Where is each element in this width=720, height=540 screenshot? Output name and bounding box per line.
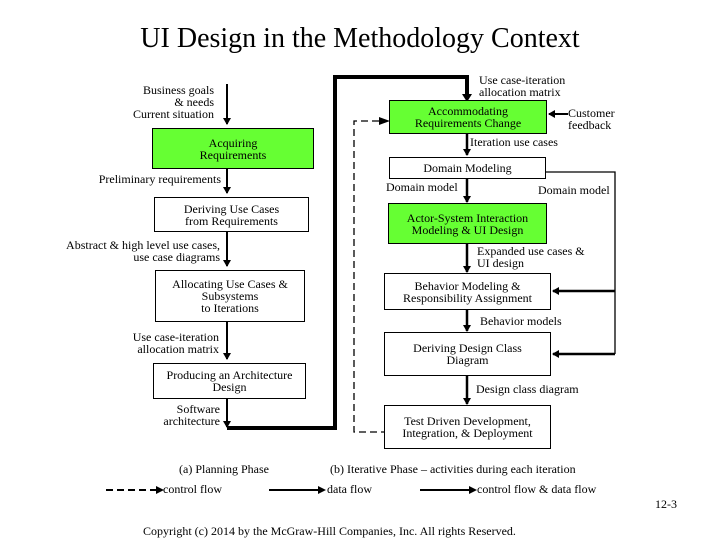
- legend-control-flow-label: control flow: [163, 482, 222, 496]
- customer-feedback-label: Customer feedback: [568, 106, 615, 132]
- connector-lines: [106, 75, 616, 494]
- inputs-label: Business goals & needs Current situation: [133, 83, 214, 121]
- accommodating-requirements-box[interactable]: Accommodating Requirements Change: [389, 100, 547, 134]
- abstract-use-cases-label: Abstract & high level use cases, use cas…: [66, 238, 220, 264]
- test-driven-development-box[interactable]: Test Driven Development, Integration, & …: [384, 405, 551, 449]
- use-case-allocation-matrix-input: Use case-iteration allocation matrix: [479, 73, 566, 99]
- design-class-diagram-label: Design class diagram: [476, 382, 579, 396]
- software-architecture-label: Software architecture: [163, 402, 220, 428]
- acquiring-requirements-box[interactable]: Acquiring Requirements: [152, 128, 314, 169]
- iteration-use-cases-label: Iteration use cases: [470, 135, 558, 149]
- producing-architecture-box[interactable]: Producing an Architecture Design: [153, 363, 306, 399]
- deriving-use-cases-box[interactable]: Deriving Use Cases from Requirements: [154, 197, 309, 232]
- legend-data-flow-arrowhead: [318, 486, 326, 494]
- page-number: 12-3: [655, 497, 677, 511]
- legend-control-data-flow-label: control flow & data flow: [477, 482, 597, 496]
- preliminary-requirements-label: Preliminary requirements: [98, 172, 221, 186]
- legend-data-flow-label: data flow: [327, 482, 372, 496]
- allocating-use-cases-box[interactable]: Allocating Use Cases & Subsystems to Ite…: [155, 270, 305, 322]
- copyright-notice: Copyright (c) 2014 by the McGraw-Hill Co…: [143, 524, 516, 538]
- domain-model-left-label: Domain model: [386, 180, 458, 194]
- behavior-models-label: Behavior models: [480, 314, 562, 328]
- legend-control-data-arrowhead: [469, 486, 477, 494]
- actor-system-interaction-box[interactable]: Actor-System Interaction Modeling & UI D…: [388, 203, 547, 244]
- domain-modeling-box[interactable]: Domain Modeling: [389, 157, 546, 179]
- dashed-control-flow: [353, 120, 388, 433]
- deriving-design-class-diagram-box[interactable]: Deriving Design Class Diagram: [384, 332, 551, 376]
- domain-model-right-label: Domain model: [538, 183, 610, 197]
- iterative-phase-caption: (b) Iterative Phase – activities during …: [330, 462, 576, 476]
- allocation-matrix-label: Use case-iteration allocation matrix: [132, 330, 219, 356]
- expanded-use-cases-label: Expanded use cases & UI design: [477, 244, 585, 270]
- planning-phase-caption: (a) Planning Phase: [179, 462, 269, 476]
- behavior-modeling-box[interactable]: Behavior Modeling & Responsibility Assig…: [384, 273, 551, 310]
